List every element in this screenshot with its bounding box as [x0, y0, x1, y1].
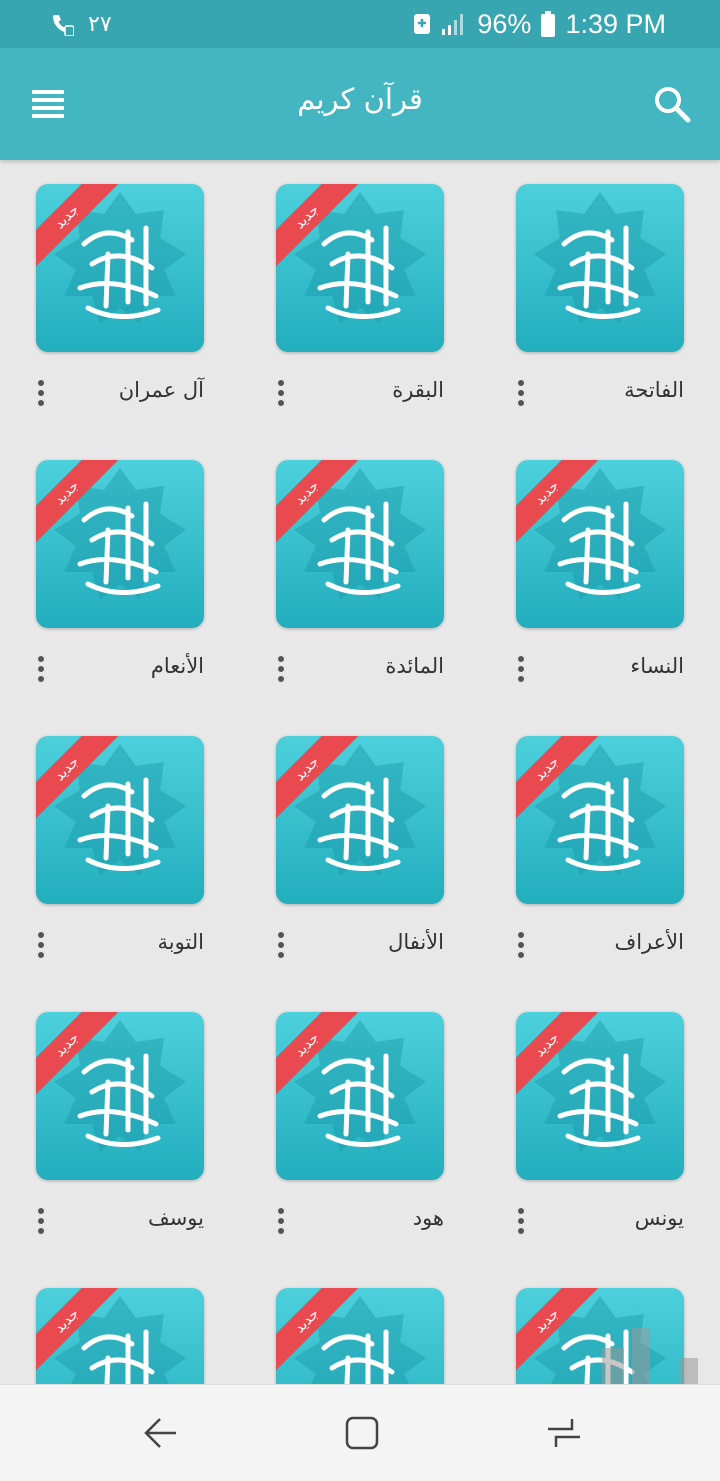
quran-cover-image[interactable]: جدید — [516, 1012, 684, 1180]
surah-name: يوسف — [147, 1206, 204, 1230]
system-nav-bar — [0, 1384, 720, 1481]
surah-card[interactable]: جدید البقرة — [240, 160, 444, 420]
status-right: 96% 1:39 PM — [413, 8, 666, 39]
quran-cover-image[interactable]: جدید — [276, 1288, 444, 1384]
surah-name: آل عمران — [118, 378, 204, 402]
more-options-icon[interactable] — [516, 378, 526, 408]
surah-card[interactable]: جدید — [0, 1264, 204, 1384]
status-left-text: ۲۷ — [88, 11, 112, 36]
quran-cover-image[interactable]: جدید — [276, 184, 444, 352]
more-options-icon[interactable] — [276, 1206, 286, 1236]
surah-card[interactable]: جدید النساء — [480, 436, 684, 696]
app-bar: قرآن کریم — [0, 48, 720, 160]
more-options-icon[interactable] — [276, 654, 286, 684]
surah-card[interactable]: جدید يوسف — [0, 988, 204, 1248]
battery-percent: 96% — [477, 8, 532, 39]
more-options-icon[interactable] — [516, 1206, 526, 1236]
home-icon[interactable] — [342, 1413, 382, 1453]
quran-cover-image[interactable]: جدید — [276, 736, 444, 904]
surah-name: الفاتحة — [624, 378, 684, 402]
surah-name: الأعراف — [614, 930, 684, 954]
surah-card[interactable]: جدید المائدة — [240, 436, 444, 696]
surah-name: الأنعام — [150, 654, 204, 678]
clock: 1:39 PM — [565, 8, 666, 39]
surah-card[interactable]: جدید هود — [240, 988, 444, 1248]
call-icon — [50, 12, 74, 36]
more-options-icon[interactable] — [516, 654, 526, 684]
quran-cover-image[interactable]: جدید — [36, 1288, 204, 1384]
quran-cover-image[interactable]: جدید — [36, 736, 204, 904]
surah-card[interactable]: جدید الأنفال — [240, 712, 444, 972]
surah-card[interactable]: جدید الأنعام — [0, 436, 204, 696]
quran-cover-image[interactable] — [516, 184, 684, 352]
surah-name: المائدة — [385, 654, 444, 678]
surah-name: الأنفال — [388, 930, 444, 954]
more-options-icon[interactable] — [36, 378, 46, 408]
more-options-icon[interactable] — [36, 1206, 46, 1236]
more-options-icon[interactable] — [276, 378, 286, 408]
quran-cover-image[interactable]: جدید — [36, 460, 204, 628]
quran-cover-image[interactable]: جدید — [276, 1012, 444, 1180]
surah-card[interactable]: جدید آل عمران — [0, 160, 204, 420]
back-icon[interactable] — [140, 1413, 180, 1453]
surah-card[interactable]: الفاتحة — [480, 160, 684, 420]
more-options-icon[interactable] — [276, 930, 286, 960]
surah-name: يونس — [634, 1206, 684, 1230]
page-title: قرآن کریم — [297, 82, 423, 116]
surah-card[interactable]: جدید يونس — [480, 988, 684, 1248]
surah-name: البقرة — [392, 378, 444, 402]
surah-grid: الفاتحة جدید البقرة جدید آل عمران جدید ا… — [0, 160, 720, 1384]
status-left: ۲۷ — [50, 10, 112, 38]
surah-card[interactable]: جدید — [240, 1264, 444, 1384]
surah-name: التوبة — [157, 930, 204, 954]
battery-icon — [541, 11, 556, 37]
more-options-icon[interactable] — [36, 654, 46, 684]
more-options-icon[interactable] — [36, 930, 46, 960]
status-bar: ۲۷ 96% 1:39 PM — [0, 0, 720, 48]
recents-icon[interactable] — [544, 1413, 584, 1453]
search-icon[interactable] — [652, 84, 692, 124]
more-options-icon[interactable] — [516, 930, 526, 960]
quran-cover-image[interactable]: جدید — [276, 460, 444, 628]
quran-cover-image[interactable]: جدید — [516, 460, 684, 628]
surah-name: النساء — [630, 654, 684, 678]
quran-cover-image[interactable]: جدید — [36, 1012, 204, 1180]
battery-saver-icon — [413, 12, 431, 36]
signal-icon — [441, 12, 467, 36]
quran-cover-image[interactable]: جدید — [516, 736, 684, 904]
surah-name: هود — [412, 1206, 444, 1230]
surah-card[interactable]: جدید التوبة — [0, 712, 204, 972]
surah-card[interactable]: جدید الأعراف — [480, 712, 684, 972]
quran-cover-image[interactable]: جدید — [36, 184, 204, 352]
